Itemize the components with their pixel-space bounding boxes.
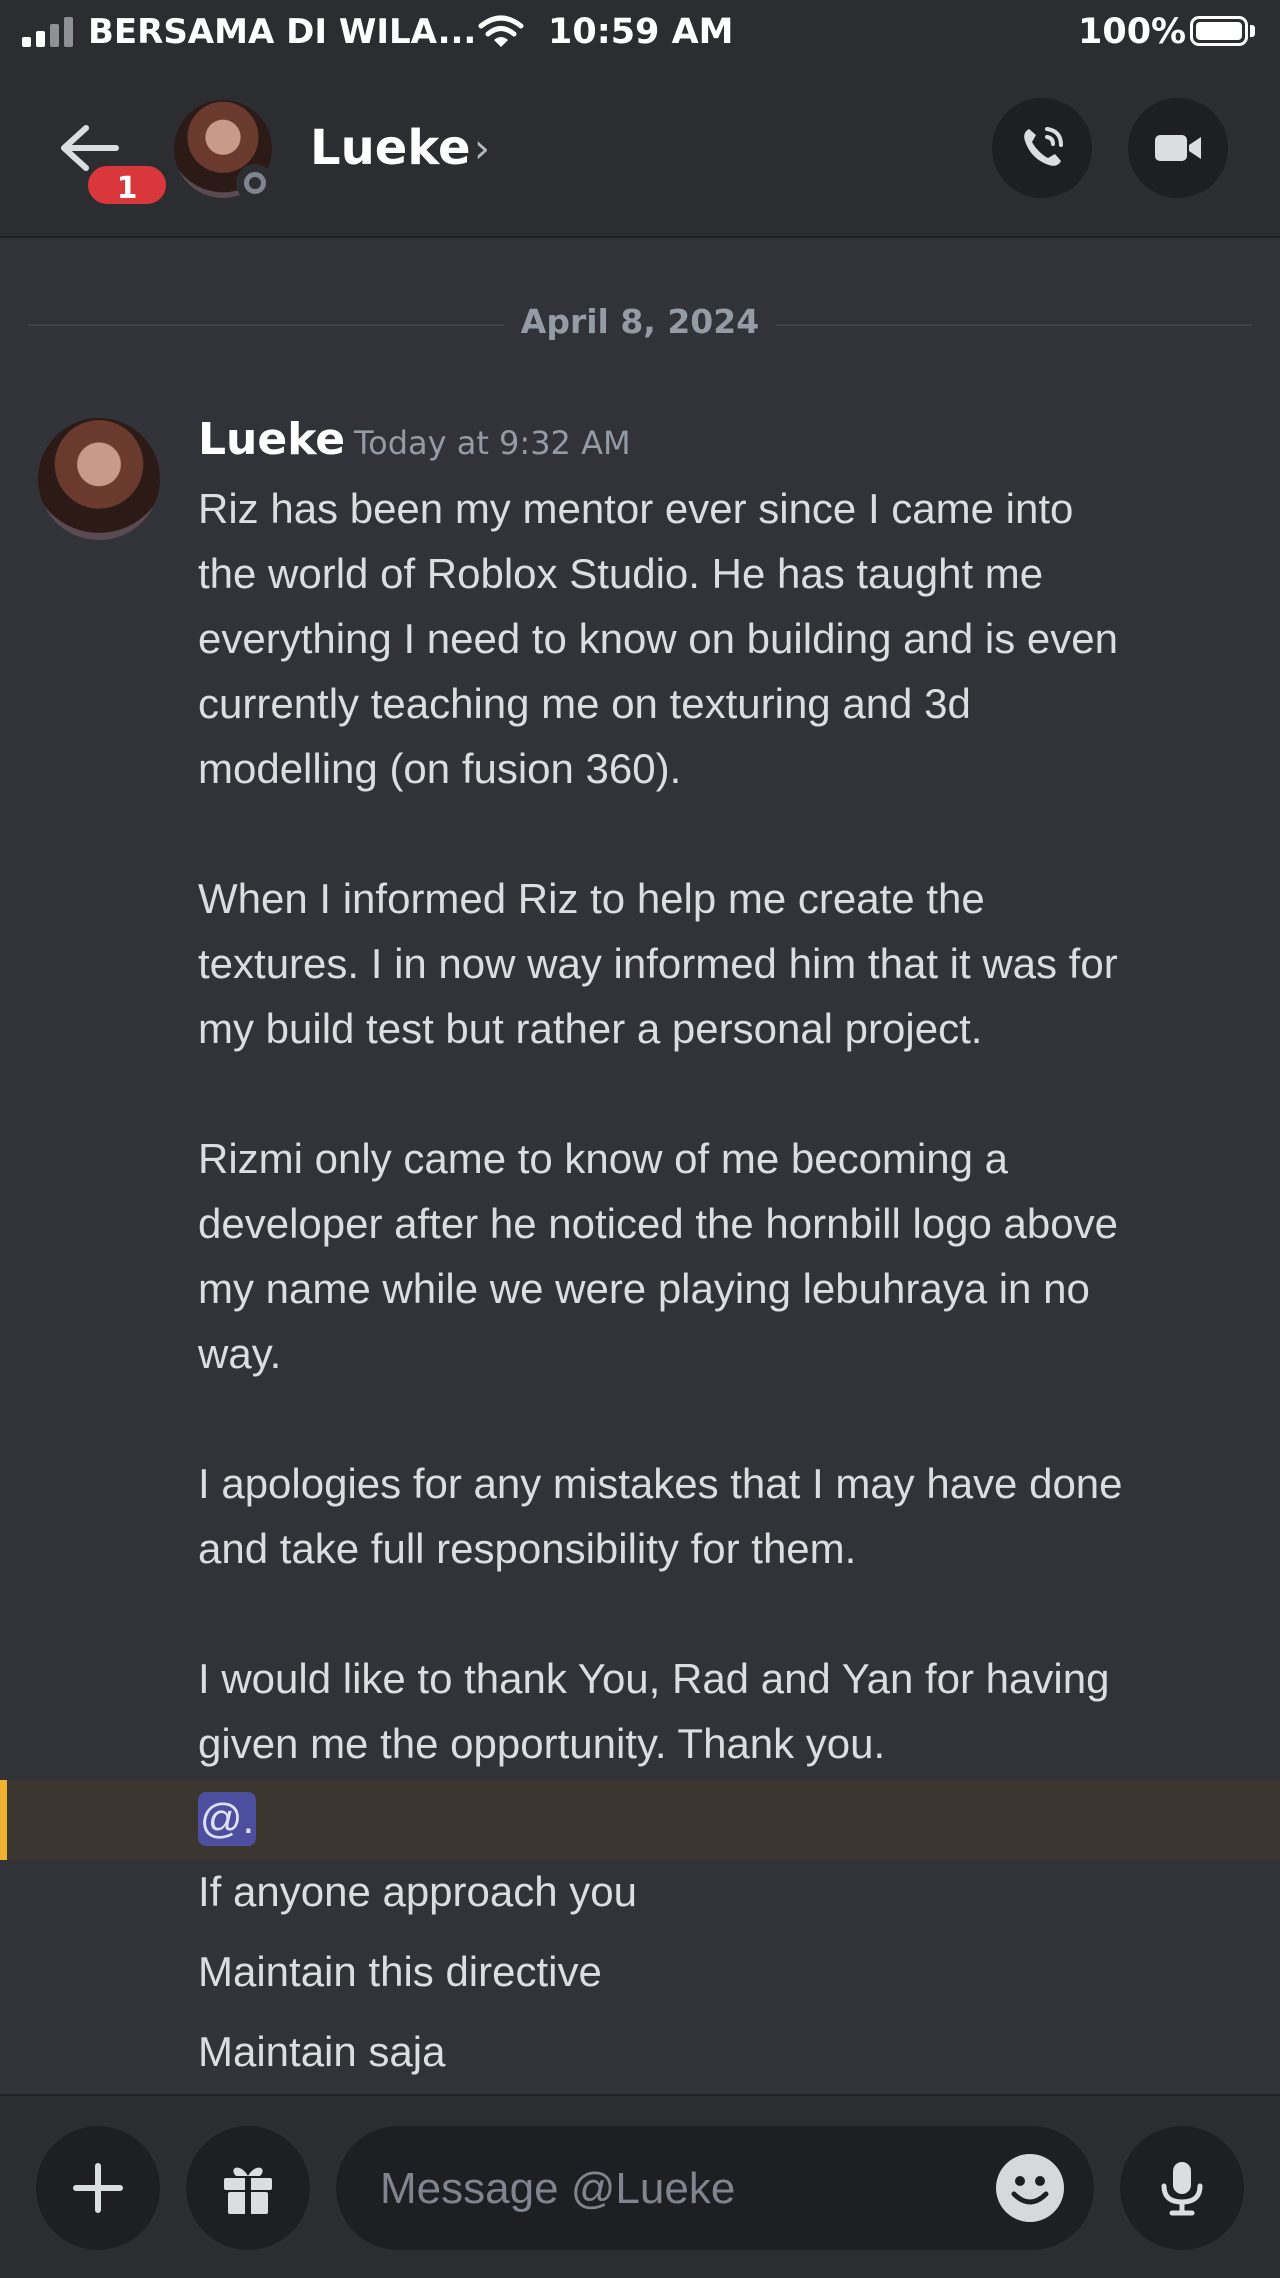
message-line: modelling (on fusion 360).: [198, 745, 682, 792]
follow-up-message: Maintain saja: [198, 2028, 446, 2075]
video-camera-icon: [1155, 135, 1201, 161]
message-avatar[interactable]: [38, 418, 160, 540]
message-line: my name while we were playing lebuhraya …: [198, 1265, 1090, 1312]
gift-icon: [224, 2167, 272, 2214]
message-line: When I informed Riz to help me create th…: [198, 875, 985, 922]
voice-call-button[interactable]: [992, 98, 1092, 198]
gift-button[interactable]: [186, 2126, 310, 2250]
battery-tip: [1250, 25, 1255, 37]
status-bar: BERSAMA DI WILA... 10:59 AM 100%: [0, 0, 1280, 64]
plus-icon: [73, 2163, 123, 2213]
battery-percent: 100%: [1078, 12, 1187, 52]
mention-message[interactable]: @.: [0, 1780, 1280, 1860]
date-divider: April 8, 2024: [28, 302, 1252, 346]
date-label: April 8, 2024: [520, 302, 760, 341]
follow-up-message: Maintain this directive: [198, 1948, 602, 1995]
clock: 10:59 AM: [548, 12, 734, 52]
message-input-container[interactable]: [336, 2126, 1094, 2252]
emoji-icon: [1011, 2176, 1049, 2205]
message-line: developer after he noticed the hornbill …: [198, 1200, 1118, 1247]
divider-line: [776, 324, 1252, 326]
message-input[interactable]: [378, 2126, 962, 2252]
cellular-signal-icon: [22, 17, 74, 47]
message-line: way.: [198, 1330, 282, 1377]
emoji-button[interactable]: [996, 2154, 1064, 2222]
mention-highlight-bar: [0, 1780, 7, 1860]
message-author[interactable]: Lueke: [198, 414, 345, 465]
message-composer: [0, 2094, 1280, 2278]
video-call-button[interactable]: [1128, 98, 1228, 198]
chat-header: 1 Lueke ›: [0, 64, 1280, 238]
carrier-name: BERSAMA DI WILA...: [88, 12, 477, 52]
mention-chip[interactable]: @.: [198, 1792, 256, 1846]
message-line: Riz has been my mentor ever since I came…: [198, 485, 1074, 532]
phone-icon: [1024, 127, 1063, 166]
message-line: the world of Roblox Studio. He has taugh…: [198, 550, 1044, 597]
message-line: everything I need to know on building an…: [198, 615, 1118, 662]
message-line: I would like to thank You, Rad and Yan f…: [198, 1655, 1110, 1702]
offline-status-icon: [236, 164, 274, 202]
message-line: and take full responsibility for them.: [198, 1525, 857, 1572]
message-line: my build test but rather a personal proj…: [198, 1005, 983, 1052]
battery-icon: [1190, 16, 1248, 46]
unread-badge: 1: [84, 162, 170, 208]
message-line: textures. I in now way informed him that…: [198, 940, 1118, 987]
message-line: currently teaching me on texturing and 3…: [198, 680, 971, 727]
wifi-icon: [478, 15, 524, 47]
channel-name[interactable]: Lueke: [310, 120, 471, 176]
message-line: Rizmi only came to know of me becoming a: [198, 1135, 1008, 1182]
microphone-icon: [1161, 2162, 1203, 2216]
follow-up-message: If anyone approach you: [198, 1868, 637, 1915]
message-line: I apologies for any mistakes that I may …: [198, 1460, 1123, 1507]
chevron-right-icon[interactable]: ›: [474, 126, 490, 172]
voice-message-button[interactable]: [1120, 2126, 1244, 2250]
message-line: given me the opportunity. Thank you.: [198, 1720, 886, 1767]
message-content: Riz has been my mentor ever since I came…: [198, 476, 1258, 1776]
add-attachment-button[interactable]: [36, 2126, 160, 2250]
message-timestamp: Today at 9:32 AM: [354, 424, 631, 462]
